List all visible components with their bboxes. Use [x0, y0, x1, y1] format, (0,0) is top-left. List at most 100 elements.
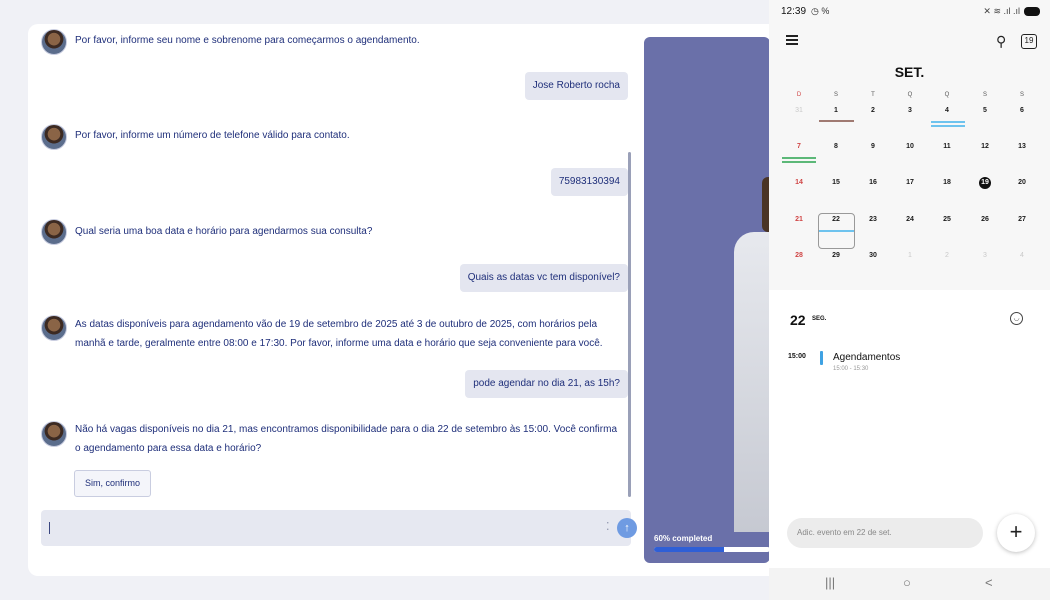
- status-bar: 12:39 ◷ % ✕ ≋ .ıl .ıl: [769, 0, 1050, 24]
- calendar-day[interactable]: 19: [970, 177, 1000, 189]
- calendar-day[interactable]: 2: [932, 252, 962, 259]
- calendar-day[interactable]: 8: [821, 143, 851, 150]
- calendar-day[interactable]: 15: [821, 179, 851, 186]
- calendar-day[interactable]: 16: [858, 179, 888, 186]
- calendar-day[interactable]: 12: [970, 143, 1000, 150]
- calendar-day[interactable]: 29: [821, 252, 851, 259]
- bot-message-line: Não há vagas disponíveis no dia 21, mas …: [75, 424, 618, 435]
- weekday-label: S: [833, 92, 838, 98]
- send-arrow-icon: ↑: [624, 522, 630, 534]
- weekday-label: T: [871, 92, 875, 98]
- calendar-day[interactable]: 1: [821, 107, 851, 114]
- user-message: 75983130394: [550, 168, 628, 196]
- add-event-input[interactable]: Adic. evento em 22 de set.: [787, 518, 983, 548]
- calendar-day[interactable]: 4: [1007, 252, 1037, 259]
- calendar-day[interactable]: 18: [932, 179, 962, 186]
- calendar-day[interactable]: 31: [784, 107, 814, 114]
- bot-message-line: o agendamento para essa data e horário?: [75, 443, 262, 454]
- calendar-day[interactable]: 2: [858, 107, 888, 114]
- event-time-range: 15:00 - 15:30: [833, 366, 869, 372]
- bot-avatar: [41, 124, 67, 150]
- battery-icon: [1024, 7, 1040, 16]
- bot-message: Por favor, informe um número de telefone…: [75, 130, 350, 141]
- status-signal-icons: ✕ ≋ .ıl .ıl: [983, 6, 1020, 16]
- progress-label: 60% completed: [654, 534, 713, 543]
- calendar-day[interactable]: 3: [895, 107, 925, 114]
- calendar-day[interactable]: 13: [1007, 143, 1037, 150]
- user-message: Jose Roberto rocha: [524, 72, 628, 100]
- bot-message: Não há vagas disponíveis no dia 21, mas …: [75, 420, 617, 458]
- event-indicator: [931, 125, 965, 127]
- person-illustration: [734, 232, 770, 532]
- event-indicator: [782, 161, 816, 163]
- chat-scrollbar[interactable]: [628, 152, 631, 497]
- detail-weekday: SEG.: [812, 316, 827, 322]
- calendar-day[interactable]: 7: [784, 143, 814, 150]
- confirm-quick-reply-button[interactable]: Sim, confirmo: [74, 470, 152, 497]
- calendar-day[interactable]: 14: [784, 179, 814, 186]
- bot-avatar: [41, 421, 67, 447]
- event-indicator: [931, 121, 965, 123]
- calendar-day[interactable]: 28: [784, 252, 814, 259]
- weekday-label: Q: [944, 92, 950, 98]
- event-indicator: [819, 230, 854, 232]
- detail-day-number: 22: [790, 312, 806, 328]
- today-marker: 19: [979, 177, 991, 189]
- navigation-bar: ||| ○ <: [769, 568, 1050, 600]
- vertical-dots-icon[interactable]: ⁚: [606, 520, 610, 534]
- calendar-day[interactable]: 20: [1007, 179, 1037, 186]
- message-input[interactable]: ⁚ ↑: [41, 510, 637, 546]
- calendar-day[interactable]: 17: [895, 179, 925, 186]
- weekday-label: S: [1019, 92, 1024, 98]
- bot-avatar: [41, 29, 67, 55]
- weekday-label: S: [982, 92, 987, 98]
- calendar-day[interactable]: 25: [932, 216, 962, 223]
- bot-avatar: [41, 315, 67, 341]
- user-message: Quais as datas vc tem disponível?: [459, 264, 628, 292]
- calendar-day[interactable]: 21: [784, 216, 814, 223]
- calendar-day[interactable]: 10: [895, 143, 925, 150]
- calendar-day[interactable]: 1: [895, 252, 925, 259]
- weekday-label: D: [796, 92, 802, 98]
- status-time: 12:39: [781, 6, 807, 17]
- calendar-day[interactable]: 23: [858, 216, 888, 223]
- back-icon[interactable]: <: [985, 575, 993, 590]
- event-time: 15:00: [788, 353, 806, 360]
- month-title[interactable]: SET.: [769, 64, 1050, 80]
- event-title: Agendamentos: [833, 352, 901, 363]
- recents-icon[interactable]: |||: [825, 575, 835, 590]
- calendar-day[interactable]: 4: [932, 107, 962, 114]
- hero-image-panel: 60% completed: [644, 37, 770, 563]
- smiley-icon[interactable]: ◡: [1010, 312, 1023, 325]
- send-button[interactable]: ↑: [617, 518, 637, 538]
- event-color-bar: [820, 351, 823, 365]
- search-icon[interactable]: ⚲: [996, 33, 1006, 50]
- calendar-day[interactable]: 11: [932, 143, 962, 150]
- event-indicator: [819, 120, 854, 122]
- calendar-day[interactable]: 5: [970, 107, 1000, 114]
- bot-message: Por favor, informe seu nome e sobrenome …: [75, 35, 420, 46]
- calendar-day[interactable]: 30: [858, 252, 888, 259]
- event-indicator: [782, 157, 816, 159]
- home-icon[interactable]: ○: [903, 575, 911, 590]
- text-caret: [49, 522, 50, 534]
- bot-avatar: [41, 219, 67, 245]
- calendar-day[interactable]: 6: [1007, 107, 1037, 114]
- calendar-phone-screen: 12:39 ◷ % ✕ ≋ .ıl .ıl ⚲ 19 SET. DSTQQSS …: [769, 0, 1050, 600]
- menu-icon[interactable]: [786, 35, 798, 45]
- today-button[interactable]: 19: [1021, 34, 1037, 49]
- bot-message: Qual seria uma boa data e horário para a…: [75, 226, 373, 237]
- bot-message-line: As datas disponíveis para agendamento vã…: [75, 319, 598, 330]
- calendar-day[interactable]: 27: [1007, 216, 1037, 223]
- progress-fill: [654, 547, 724, 552]
- calendar-day[interactable]: 9: [858, 143, 888, 150]
- bot-message-line: manhã e tarde, geralmente entre 08:00 e …: [75, 338, 603, 349]
- status-notification-icons: ◷ %: [811, 6, 830, 16]
- calendar-day[interactable]: 3: [970, 252, 1000, 259]
- calendar-day[interactable]: 24: [895, 216, 925, 223]
- progress-bar: [654, 547, 770, 552]
- add-event-button[interactable]: +: [997, 514, 1035, 552]
- bot-message: As datas disponíveis para agendamento vã…: [75, 315, 603, 353]
- weekday-label: Q: [907, 92, 913, 98]
- calendar-day[interactable]: 26: [970, 216, 1000, 223]
